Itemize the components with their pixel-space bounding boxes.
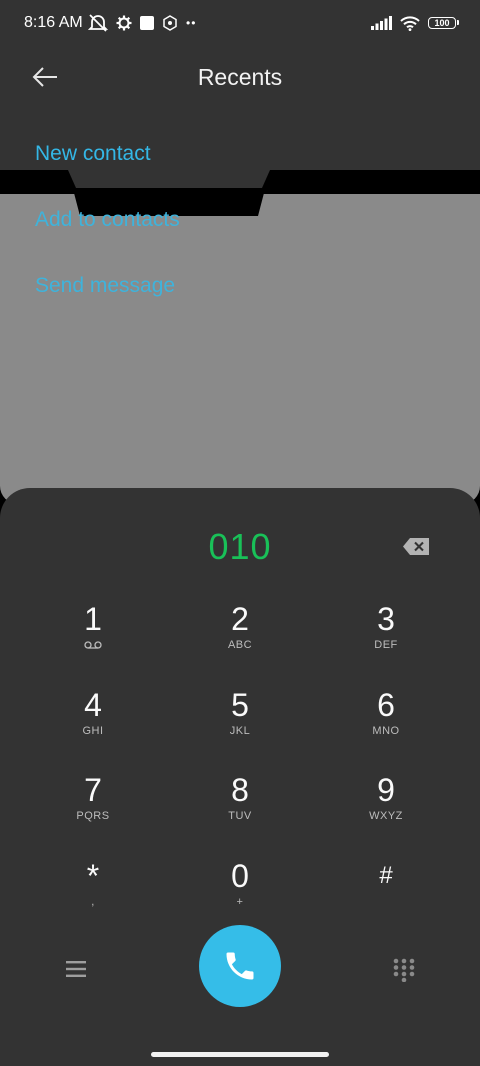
- battery-icon: 100: [428, 17, 459, 29]
- key-letters: TUV: [228, 810, 252, 822]
- key-letters: ABC: [227, 639, 253, 651]
- key-3[interactable]: 3 DEF: [326, 600, 446, 670]
- menu-button[interactable]: [64, 958, 88, 980]
- key-star[interactable]: * ,: [33, 857, 153, 927]
- key-digit: 2: [231, 601, 249, 637]
- menu-icon: [66, 961, 86, 977]
- key-letters: WXYZ: [369, 810, 403, 822]
- status-bar: 8:16 AM •• 100: [0, 0, 480, 46]
- key-9[interactable]: 9 WXYZ: [326, 771, 446, 841]
- call-button[interactable]: [199, 925, 281, 1007]
- key-digit: 9: [377, 772, 395, 808]
- dialer-bottom-bar: [0, 925, 480, 1015]
- home-indicator[interactable]: [151, 1052, 329, 1057]
- settings-gear-icon: [116, 15, 132, 31]
- square-notification-icon: [140, 16, 154, 30]
- key-digit: 8: [231, 772, 249, 808]
- key-digit: 7: [84, 772, 102, 808]
- battery-level: 100: [434, 17, 450, 28]
- key-4[interactable]: 4 GHI: [33, 686, 153, 756]
- key-1[interactable]: 1: [33, 600, 153, 670]
- backspace-button[interactable]: [402, 536, 430, 556]
- key-letters: +: [236, 896, 244, 908]
- key-0[interactable]: 0 +: [180, 857, 300, 927]
- dialpad-toggle-button[interactable]: [392, 957, 416, 983]
- key-8[interactable]: 8 TUV: [180, 771, 300, 841]
- voicemail-icon: [84, 638, 102, 652]
- key-digit: #: [379, 862, 393, 889]
- key-hash[interactable]: #: [326, 857, 446, 927]
- mute-alert-icon: [88, 14, 108, 32]
- key-letters: DEF: [374, 639, 398, 651]
- key-digit: 5: [231, 687, 249, 723]
- dialer-panel: 010 1 2 ABC 3 DEF 4 GHI 5 JKL 6 MNO 7 PQ…: [0, 488, 480, 1066]
- key-2[interactable]: 2 ABC: [180, 600, 300, 670]
- header: Recents: [0, 50, 480, 106]
- key-digit: 0: [231, 858, 249, 894]
- key-5[interactable]: 5 JKL: [180, 686, 300, 756]
- add-to-contacts-link[interactable]: Add to contacts: [35, 208, 180, 232]
- new-contact-link[interactable]: New contact: [35, 142, 151, 166]
- key-letters: GHI: [82, 725, 104, 737]
- key-6[interactable]: 6 MNO: [326, 686, 446, 756]
- key-digit: 6: [377, 687, 395, 723]
- key-letters: JKL: [229, 725, 251, 737]
- phone-icon: [226, 952, 254, 980]
- key-digit: *: [86, 858, 100, 894]
- key-letters: ,: [91, 896, 95, 908]
- key-digit: 4: [84, 687, 102, 723]
- dimmed-overlay[interactable]: [0, 194, 480, 504]
- key-digit: 1: [84, 601, 102, 637]
- key-letters: PQRS: [76, 810, 110, 822]
- wifi-icon: [400, 15, 420, 31]
- send-message-link[interactable]: Send message: [35, 274, 175, 298]
- more-dots-icon: ••: [186, 16, 197, 30]
- backspace-icon: [403, 537, 429, 555]
- status-icons-right: 100: [370, 13, 459, 33]
- hex-app-icon: [162, 15, 178, 31]
- key-7[interactable]: 7 PQRS: [33, 771, 153, 841]
- status-icons-left: ••: [88, 13, 196, 33]
- page-title: Recents: [197, 64, 283, 90]
- key-digit: 3: [377, 601, 395, 637]
- signal-icon: [370, 16, 392, 30]
- battery-nub: [457, 20, 459, 25]
- status-time: 8:16 AM: [24, 14, 83, 31]
- key-letters: MNO: [372, 725, 400, 737]
- dialpad-icon: [393, 958, 415, 982]
